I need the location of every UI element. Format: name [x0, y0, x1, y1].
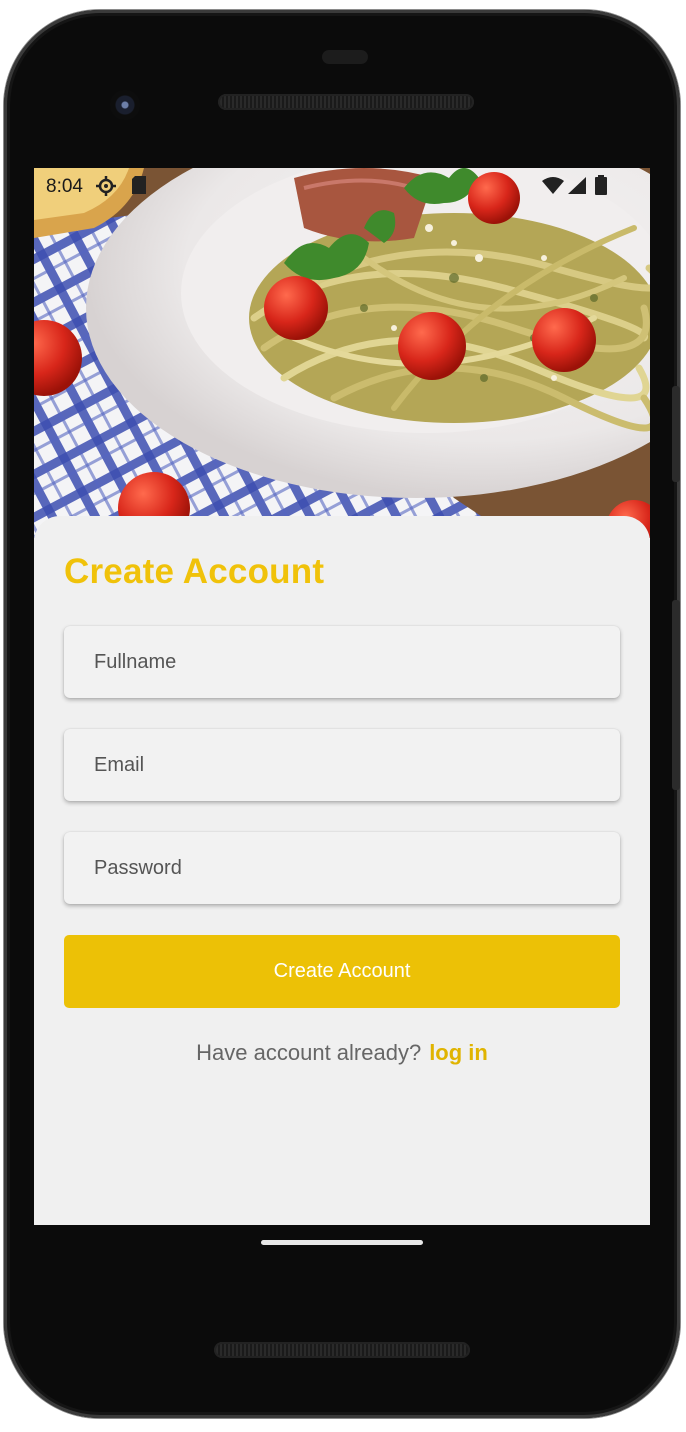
login-prompt: Have account already? log in [34, 1040, 650, 1066]
app-screen: 8:04 Create Account Create Account Have … [34, 168, 650, 1225]
status-time: 8:04 [46, 176, 83, 197]
create-account-button[interactable]: Create Account [64, 935, 620, 1008]
battery-icon [595, 175, 607, 195]
power-button [672, 600, 680, 790]
sensor-slot [322, 50, 368, 64]
fullname-field[interactable] [64, 626, 620, 698]
sd-card-icon [132, 176, 146, 194]
wifi-icon [542, 177, 564, 194]
email-field[interactable] [64, 729, 620, 801]
volume-button [672, 386, 680, 482]
status-bar: 8:04 [34, 168, 650, 204]
front-camera [110, 90, 140, 120]
login-link[interactable]: log in [429, 1040, 488, 1065]
password-field[interactable] [64, 832, 620, 904]
signup-sheet: Create Account Create Account Have accou… [34, 516, 650, 1225]
earpiece-speaker [218, 94, 474, 110]
pasta-illustration [34, 168, 650, 538]
hero-image [34, 168, 650, 538]
bottom-speaker [214, 1342, 470, 1358]
page-title: Create Account [64, 552, 325, 591]
home-gesture-bar[interactable] [261, 1240, 423, 1245]
signal-icon [568, 177, 586, 194]
gear-icon [96, 176, 116, 196]
login-prompt-text: Have account already? [196, 1040, 422, 1065]
